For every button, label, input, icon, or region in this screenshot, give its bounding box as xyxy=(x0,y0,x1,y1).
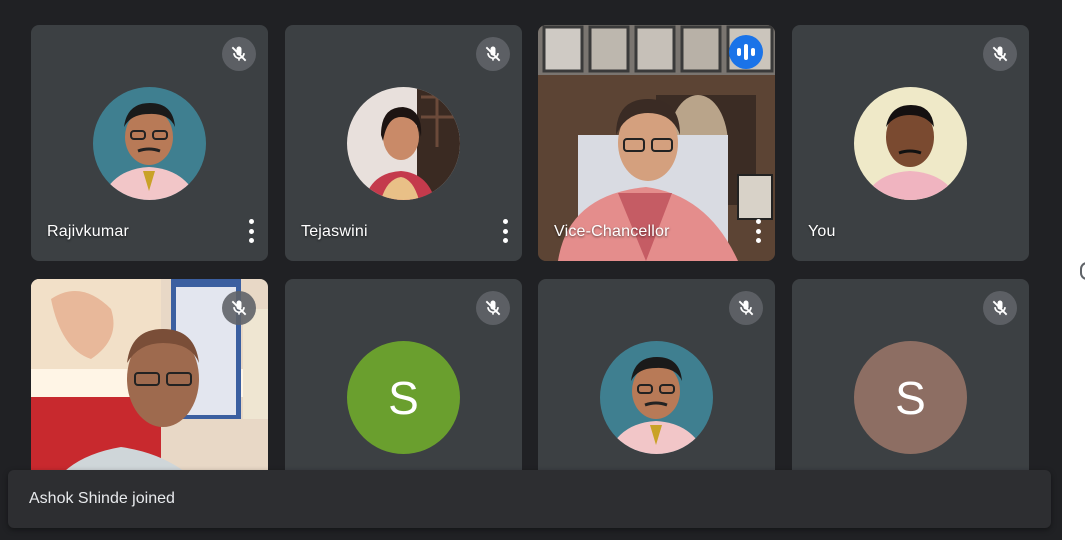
mic-off-icon xyxy=(476,291,510,325)
participant-tile-you[interactable]: You xyxy=(792,25,1029,261)
mic-off-icon xyxy=(222,37,256,71)
participant-name: Tejaswini xyxy=(301,223,368,240)
mic-off-icon xyxy=(729,291,763,325)
participant-name: Rajivkumar xyxy=(47,223,130,240)
mic-off-icon xyxy=(476,37,510,71)
participant-name: You xyxy=(808,223,836,240)
avatar-photo xyxy=(600,341,713,454)
avatar-photo xyxy=(854,87,967,200)
avatar-initial: S xyxy=(347,341,460,454)
avatar-initial: S xyxy=(854,341,967,454)
edge-icon xyxy=(1080,262,1085,280)
avatar-photo xyxy=(93,87,206,200)
notification-text: Ashok Shinde joined xyxy=(29,490,175,507)
speaking-indicator-icon xyxy=(729,35,763,69)
more-options-icon[interactable] xyxy=(244,219,258,243)
more-options-icon[interactable] xyxy=(498,219,512,243)
participant-name: Vice-Chancellor xyxy=(554,223,670,240)
participant-tile-vice-chancellor[interactable]: Vice-Chancellor xyxy=(538,25,775,261)
avatar-photo xyxy=(347,87,460,200)
participant-tile-tejaswini[interactable]: Tejaswini xyxy=(285,25,522,261)
more-options-icon[interactable] xyxy=(751,219,765,243)
participant-tile-rajivkumar[interactable]: Rajivkumar xyxy=(31,25,268,261)
join-notification: Ashok Shinde joined xyxy=(8,470,1051,528)
window-edge xyxy=(1062,0,1085,540)
mic-off-icon xyxy=(983,291,1017,325)
mic-off-icon xyxy=(222,291,256,325)
mic-off-icon xyxy=(983,37,1017,71)
